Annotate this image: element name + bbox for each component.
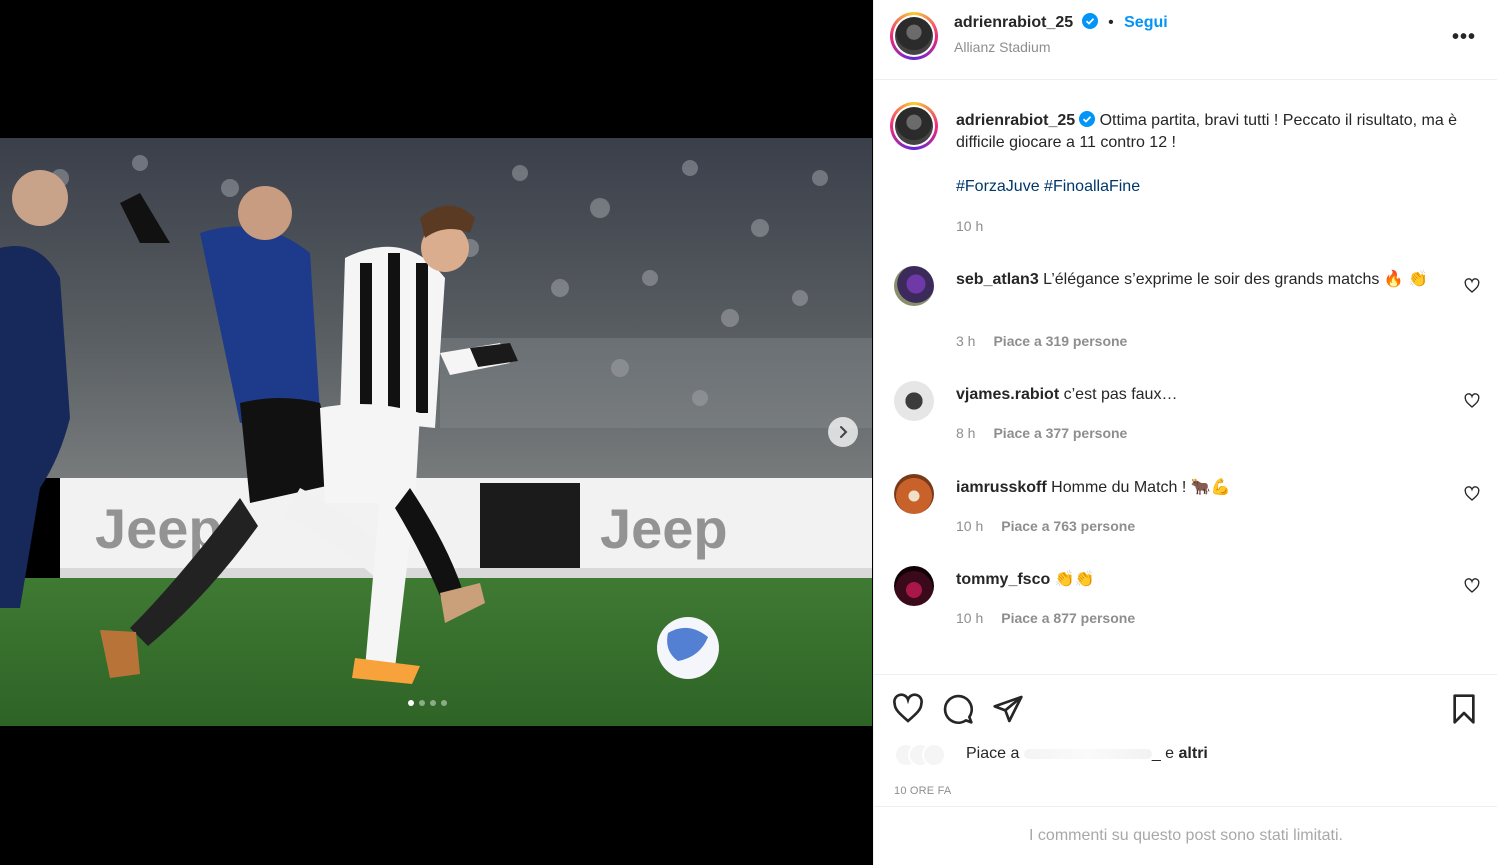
comment-time[interactable]: 8 h: [956, 425, 975, 441]
comment-icon[interactable]: [942, 693, 974, 725]
caption-avatar[interactable]: [890, 102, 938, 150]
carousel-dot[interactable]: [441, 700, 447, 706]
share-icon[interactable]: [992, 693, 1024, 725]
football-photo: Jeep Jeep: [0, 138, 872, 726]
heart-icon[interactable]: [1464, 578, 1480, 594]
commenter-username[interactable]: seb_atlan3: [956, 271, 1039, 288]
comment-meta: 3 h Piace a 319 persone: [956, 333, 1127, 349]
commenter-avatar[interactable]: [894, 266, 934, 306]
post-location[interactable]: Allianz Stadium: [954, 39, 1051, 55]
comment-likes[interactable]: Piace a 377 persone: [993, 425, 1127, 441]
comment-body: iamrusskoff Homme du Match ! 🐂💪: [956, 476, 1436, 500]
comment-meta: 8 h Piace a 377 persone: [956, 425, 1127, 441]
heart-icon[interactable]: [1464, 278, 1480, 294]
save-icon[interactable]: [1448, 693, 1480, 725]
heart-icon[interactable]: [1464, 486, 1480, 502]
author-username[interactable]: adrienrabiot_25: [954, 14, 1073, 31]
liker-name-redacted[interactable]: [1023, 748, 1152, 759]
comment-time[interactable]: 3 h: [956, 333, 975, 349]
caption: adrienrabiot_25 Ottima partita, bravi tu…: [956, 110, 1466, 198]
comment-meta: 10 h Piace a 763 persone: [956, 518, 1135, 534]
more-icon[interactable]: •••: [1452, 26, 1476, 49]
carousel-dot[interactable]: [430, 700, 436, 706]
hashtag-link[interactable]: #FinoallaFine: [1044, 178, 1140, 195]
header-separator: •: [1108, 14, 1114, 31]
caption-hashtags: #ForzaJuve #FinoallaFine: [956, 176, 1466, 198]
carousel-dot[interactable]: [408, 700, 414, 706]
likes-summary[interactable]: Piace a _ e altri: [966, 745, 1208, 763]
caption-username[interactable]: adrienrabiot_25: [956, 112, 1075, 129]
post-actions: Piace a _ e altri 10 ORE FA: [874, 674, 1497, 806]
comment-text: c’est pas faux…: [1063, 386, 1178, 403]
comment-body: tommy_fsco 👏👏: [956, 568, 1436, 592]
comment-likes[interactable]: Piace a 319 persone: [993, 333, 1127, 349]
likes-others[interactable]: altri: [1179, 745, 1208, 762]
commenter-avatar[interactable]: [894, 381, 934, 421]
heart-icon[interactable]: [892, 693, 924, 725]
heart-icon[interactable]: [1464, 393, 1480, 409]
commenter-username[interactable]: vjames.rabiot: [956, 386, 1059, 403]
carousel-next-button[interactable]: [828, 417, 858, 447]
carousel-dots: [408, 700, 447, 706]
commenter-username[interactable]: tommy_fsco: [956, 571, 1050, 588]
commenter-username[interactable]: iamrusskoff: [956, 479, 1047, 496]
comment-body: seb_atlan3 L’élégance s’exprime le soir …: [956, 268, 1436, 292]
verified-icon: [1081, 13, 1098, 29]
post-header: adrienrabiot_25 • Segui Allianz Stadium …: [874, 0, 1497, 80]
verified-icon: [1079, 111, 1096, 127]
commenter-avatar[interactable]: [894, 474, 934, 514]
comment-time[interactable]: 10 h: [956, 610, 983, 626]
likes-prefix: Piace a: [966, 745, 1020, 762]
liker-avatars[interactable]: [894, 743, 964, 767]
comments-area: adrienrabiot_25 Ottima partita, bravi tu…: [874, 80, 1497, 674]
comment-text: L’élégance s’exprime le soir des grands …: [1043, 271, 1429, 288]
comment-likes[interactable]: Piace a 763 persone: [1001, 518, 1135, 534]
commenter-avatar[interactable]: [894, 566, 934, 606]
post-media: Jeep Jeep: [0, 0, 872, 865]
caption-time[interactable]: 10 h: [956, 218, 983, 234]
likes-suffix: _ e: [1151, 745, 1175, 762]
comment-likes[interactable]: Piace a 877 persone: [1001, 610, 1135, 626]
comments-limited-notice: I commenti su questo post sono stati lim…: [874, 806, 1497, 865]
author-avatar[interactable]: [890, 12, 938, 60]
hashtag-link[interactable]: #ForzaJuve: [956, 178, 1040, 195]
next-arrow-icon: [840, 426, 848, 438]
comment-body: vjames.rabiot c’est pas faux…: [956, 383, 1436, 407]
post-panel: adrienrabiot_25 • Segui Allianz Stadium …: [873, 0, 1497, 865]
comment-text: Homme du Match ! 🐂💪: [1051, 479, 1231, 496]
follow-button[interactable]: Segui: [1124, 14, 1168, 31]
comment-time[interactable]: 10 h: [956, 518, 983, 534]
comment-meta: 10 h Piace a 877 persone: [956, 610, 1135, 626]
svg-text:Jeep: Jeep: [600, 497, 728, 560]
carousel-dot[interactable]: [419, 700, 425, 706]
post-date[interactable]: 10 ORE FA: [894, 785, 951, 797]
post-photo[interactable]: Jeep Jeep: [0, 138, 872, 726]
comment-text: 👏👏: [1054, 571, 1095, 588]
